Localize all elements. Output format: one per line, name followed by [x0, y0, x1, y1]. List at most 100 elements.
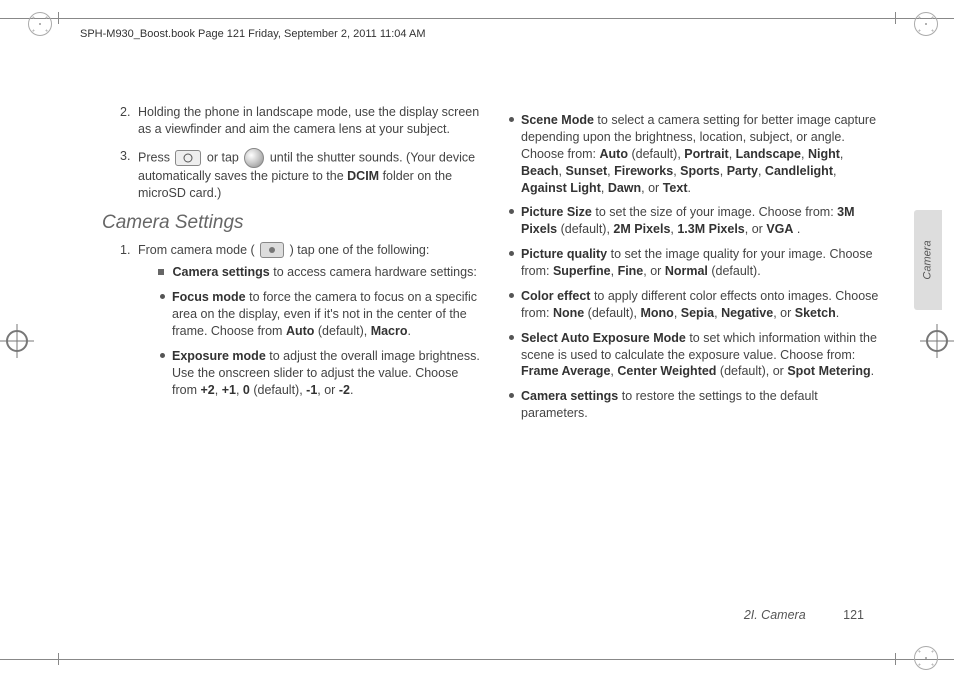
- opt: VGA: [766, 222, 793, 236]
- sep: (default),: [314, 324, 370, 338]
- trackball-icon: [244, 148, 264, 168]
- camera-settings-step-1: 1. From camera mode ( ) tap one of the f…: [124, 242, 481, 399]
- page-footer: 2I. Camera 121: [744, 608, 864, 622]
- opt: Frame Average: [521, 364, 610, 378]
- sep: , or: [641, 181, 663, 195]
- opt: Landscape: [736, 147, 801, 161]
- step-text-mid: or tap: [207, 150, 242, 164]
- opt: Night: [808, 147, 840, 161]
- print-rosette-icon: [28, 12, 52, 36]
- bullet-icon: [509, 393, 514, 398]
- option-label: Focus mode: [172, 290, 246, 304]
- opt: -2: [339, 383, 350, 397]
- registration-target-icon: [6, 330, 28, 352]
- crop-mark-right: [926, 330, 948, 352]
- sep: , or: [643, 264, 665, 278]
- camera-settings-subitem: Camera settings to access camera hardwar…: [138, 264, 481, 281]
- step-2: 2. Holding the phone in landscape mode, …: [124, 104, 481, 138]
- sep: .: [687, 181, 690, 195]
- bullet-icon: [160, 294, 165, 299]
- sep: ,: [758, 164, 765, 178]
- opt: Sports: [680, 164, 720, 178]
- opt: Candlelight: [765, 164, 833, 178]
- footer-section: 2I. Camera: [744, 608, 806, 622]
- opt: None: [553, 306, 584, 320]
- sep: (default).: [708, 264, 761, 278]
- registration-target-icon: [926, 330, 948, 352]
- sep: , or: [745, 222, 767, 236]
- opt: +2: [200, 383, 214, 397]
- sep: ,: [729, 147, 736, 161]
- sep: ,: [611, 264, 618, 278]
- print-rosette-icon: [914, 12, 938, 36]
- step-3: 3. Press or tap until the shutter sounds…: [124, 148, 481, 202]
- picture-quality-item: Picture quality to set the image quality…: [509, 246, 880, 280]
- exposure-mode-item: Exposure mode to adjust the overall imag…: [138, 348, 481, 399]
- side-tab: Camera: [914, 210, 942, 310]
- opt: 1.3M Pixels: [677, 222, 744, 236]
- sep: , or: [317, 383, 339, 397]
- sep: .: [408, 324, 411, 338]
- sep: ,: [801, 147, 808, 161]
- dcim-label: DCIM: [347, 169, 379, 183]
- step-text: Holding the phone in landscape mode, use…: [138, 105, 479, 136]
- opt: Sepia: [681, 306, 714, 320]
- sep: (default),: [557, 222, 613, 236]
- opt: Mono: [640, 306, 673, 320]
- section-heading: Camera Settings: [102, 212, 481, 234]
- bullet-icon: [509, 335, 514, 340]
- opt: Against Light: [521, 181, 601, 195]
- option-label: Camera settings: [521, 389, 618, 403]
- bullet-icon: [509, 117, 514, 122]
- option-text: to set the size of your image. Choose fr…: [595, 205, 837, 219]
- sep: ,: [601, 181, 608, 195]
- scene-mode-item: Scene Mode to select a camera setting fo…: [509, 112, 880, 196]
- step-text-pre: From camera mode (: [138, 243, 255, 257]
- opt: Party: [727, 164, 758, 178]
- page-body: 2. Holding the phone in landscape mode, …: [110, 104, 880, 584]
- sep: ,: [236, 383, 243, 397]
- bullet-icon: [509, 209, 514, 214]
- side-tab-label: Camera: [922, 240, 934, 279]
- step-number: 1.: [120, 242, 130, 259]
- picture-size-item: Picture Size to set the size of your ima…: [509, 204, 880, 238]
- sep: , or: [773, 306, 795, 320]
- opt: -1: [306, 383, 317, 397]
- auto-exposure-item: Select Auto Exposure Mode to set which i…: [509, 330, 880, 381]
- opt: Sunset: [565, 164, 607, 178]
- sep: (default),: [584, 306, 640, 320]
- opt: Negative: [721, 306, 773, 320]
- opt: Beach: [521, 164, 559, 178]
- bullet-icon: [160, 353, 165, 358]
- color-effect-item: Color effect to apply different color ef…: [509, 288, 880, 322]
- focus-mode-item: Focus mode to force the camera to focus …: [138, 289, 481, 340]
- step-number: 2.: [120, 104, 130, 121]
- column-left: 2. Holding the phone in landscape mode, …: [110, 104, 481, 584]
- sep: ,: [215, 383, 222, 397]
- opt: Macro: [371, 324, 408, 338]
- option-label: Picture quality: [521, 247, 607, 261]
- option-label: Picture Size: [521, 205, 592, 219]
- option-label: Color effect: [521, 289, 590, 303]
- option-label: Select Auto Exposure Mode: [521, 331, 686, 345]
- opt: Auto: [286, 324, 314, 338]
- step-text-pre: Press: [138, 150, 173, 164]
- sep: .: [871, 364, 874, 378]
- opt: Text: [663, 181, 688, 195]
- sep: .: [793, 222, 800, 236]
- step-number: 3.: [120, 148, 130, 165]
- option-label: Scene Mode: [521, 113, 594, 127]
- bullet-icon: [509, 293, 514, 298]
- opt: Dawn: [608, 181, 641, 195]
- book-header-stamp: SPH-M930_Boost.book Page 121 Friday, Sep…: [80, 28, 426, 40]
- opt: Spot Metering: [787, 364, 870, 378]
- camera-mode-icon: [260, 242, 284, 258]
- sep: ,: [720, 164, 727, 178]
- print-rosette-icon: [914, 646, 938, 670]
- opt: Normal: [665, 264, 708, 278]
- opt: 0: [243, 383, 250, 397]
- opt: 2M Pixels: [613, 222, 670, 236]
- crop-mark-bottom: [0, 659, 954, 660]
- sep: .: [350, 383, 353, 397]
- opt: Fine: [618, 264, 644, 278]
